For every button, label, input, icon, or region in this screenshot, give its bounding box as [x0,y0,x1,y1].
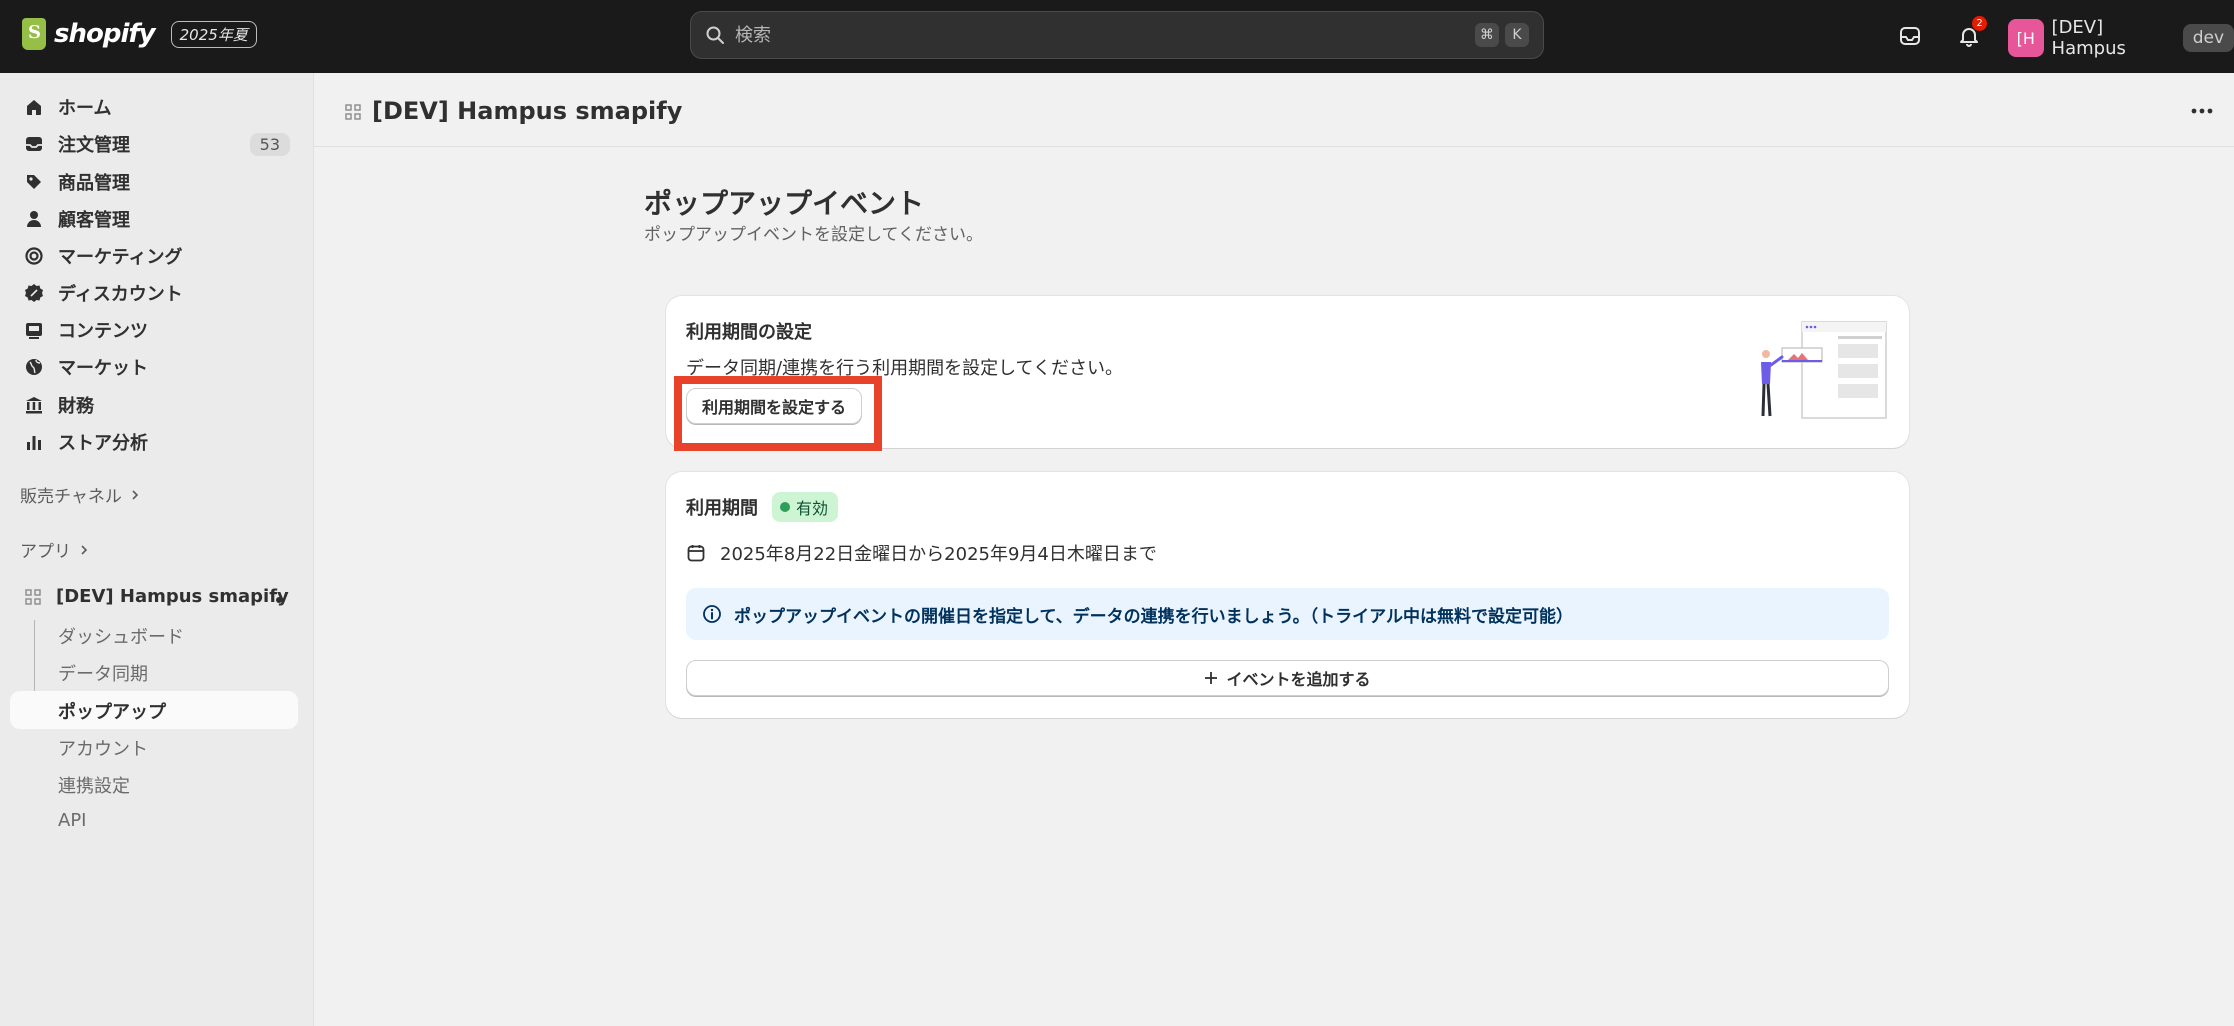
apps-label: アプリ [20,542,71,562]
chart-icon [27,436,41,450]
plus-icon [1205,672,1218,684]
sidebar-item-label: コンテンツ [58,321,148,342]
sidebar-item-label: マーケティング [58,247,183,268]
inbox-icon [1900,27,1920,45]
app-nav-title[interactable]: [DEV] Hampus smapify [24,586,289,607]
usage-period-title: 利用期間 [686,498,758,519]
sidebar-item-home[interactable]: ホーム [10,89,298,125]
image-icon [26,323,42,339]
info-banner-text: ポップアップイベントの開催日を指定して、データの連携を行いましょう。（トライアル… [734,606,1573,627]
more-actions-button[interactable] [2186,95,2218,127]
inbox-button[interactable] [1896,22,1924,50]
season-badge: 2025年夏 [170,20,257,48]
app-nav-data-sync[interactable]: データ同期 [58,660,148,686]
sidebar-item-analytics[interactable]: ストア分析 [10,424,298,460]
search-input[interactable] [735,24,1469,46]
sidebar-item-label: ホーム [58,98,112,119]
sidebar-item-discounts[interactable]: ディスカウント [10,275,298,311]
sales-channels-link[interactable]: 販売チャネル [20,482,140,507]
home-icon [27,100,41,115]
sidebar-item-label: 財務 [58,396,94,417]
shortcut-k-key: K [1505,23,1529,47]
date-range-row: 2025年8月22日金曜日から2025年9月4日木曜日まで [686,540,1157,566]
status-dot-icon [780,502,790,512]
bank-icon [26,397,42,414]
target-icon [25,247,43,265]
sidebar-item-label: ディスカウント [58,284,183,305]
calendar-icon [687,545,705,562]
sidebar-item-label: 商品管理 [58,173,130,194]
inbox-icon [26,137,42,151]
sidebar-item-marketing[interactable]: マーケティング [10,238,298,274]
apps-link[interactable]: アプリ [20,537,89,562]
chevron-right-icon [132,489,138,500]
usage-period-card: 利用期間 有効 2025年8月22日金曜日から2025年9月4日木曜日まで ポッ… [666,472,1909,718]
app-nav-integration-settings[interactable]: 連携設定 [58,772,130,798]
sidebar-item-label: 顧客管理 [58,210,130,231]
app-header: [DEV] Hampus smapify [314,73,2234,147]
env-badge: dev [2182,24,2234,52]
sidebar-item-products[interactable]: 商品管理 [10,164,298,200]
notifications-button[interactable]: 2 [1955,16,1987,50]
app-grid-icon [345,104,361,120]
info-banner: ポップアップイベントの開催日を指定して、データの連携を行いましょう。（トライアル… [686,588,1889,640]
globe-icon [26,359,42,375]
app-pin-dot [276,597,282,603]
search-bar[interactable]: ⌘ K [690,11,1544,59]
person-icon [27,211,41,227]
app-nav-popup[interactable]: ポップアップ [58,698,166,724]
discount-icon [25,284,43,302]
user-menu[interactable]: [H [DEV] Hampus dev [2008,17,2234,59]
tag-icon [27,175,41,189]
search-icon [706,26,724,44]
app-name: [DEV] Hampus smapify [56,586,289,607]
status-badge: 有効 [772,492,839,522]
user-name: [DEV] Hampus [2051,17,2126,59]
sidebar-item-label: 注文管理 [58,135,130,156]
info-icon [703,605,721,623]
shortcut-cmd-key: ⌘ [1475,23,1499,47]
status-badge-label: 有効 [796,499,829,518]
logo-text: shopify [54,19,156,49]
sidebar-item-markets[interactable]: マーケット [10,349,298,385]
sidebar-item-label: マーケット [58,358,148,379]
chevron-right-icon [81,544,88,555]
app-nav-api[interactable]: API [58,810,86,831]
shopify-logo[interactable]: shopify 2025年夏 [22,18,257,50]
shopify-bag-icon [22,18,46,50]
app-header-title: [DEV] Hampus smapify [372,97,683,125]
top-bar: shopify 2025年夏 ⌘ K 2 [H [DEV] Hampus dev [0,0,2234,73]
sidebar-item-label: ストア分析 [58,433,148,454]
tree-line [34,620,35,700]
person-presenting-illustration [1761,321,1887,419]
highlight-annotation [674,376,882,451]
notification-count-badge: 2 [1972,16,1987,31]
add-event-button[interactable]: イベントを追加する [686,660,1889,696]
add-event-label: イベントを追加する [1226,670,1371,689]
period-setting-title: 利用期間の設定 [686,322,812,343]
sidebar-item-orders[interactable]: 注文管理 53 [10,126,298,162]
avatar: [H [2008,19,2044,57]
sidebar-item-content[interactable]: コンテンツ [10,312,298,348]
sidebar-item-finance[interactable]: 財務 [10,387,298,423]
orders-count-badge: 53 [249,132,290,156]
sales-channels-label: 販売チャネル [20,487,122,507]
app-nav-account[interactable]: アカウント [58,735,148,761]
sidebar-item-customers[interactable]: 顧客管理 [10,201,298,237]
page-title: ポップアップイベント [644,187,925,220]
app-nav-dashboard[interactable]: ダッシュボード [58,623,184,649]
app-grid-icon [25,588,41,605]
date-range-text: 2025年8月22日金曜日から2025年9月4日木曜日まで [720,544,1157,565]
page-subtitle: ポップアップイベントを設定してください。 [644,225,983,245]
ellipsis-icon [2191,108,2213,114]
